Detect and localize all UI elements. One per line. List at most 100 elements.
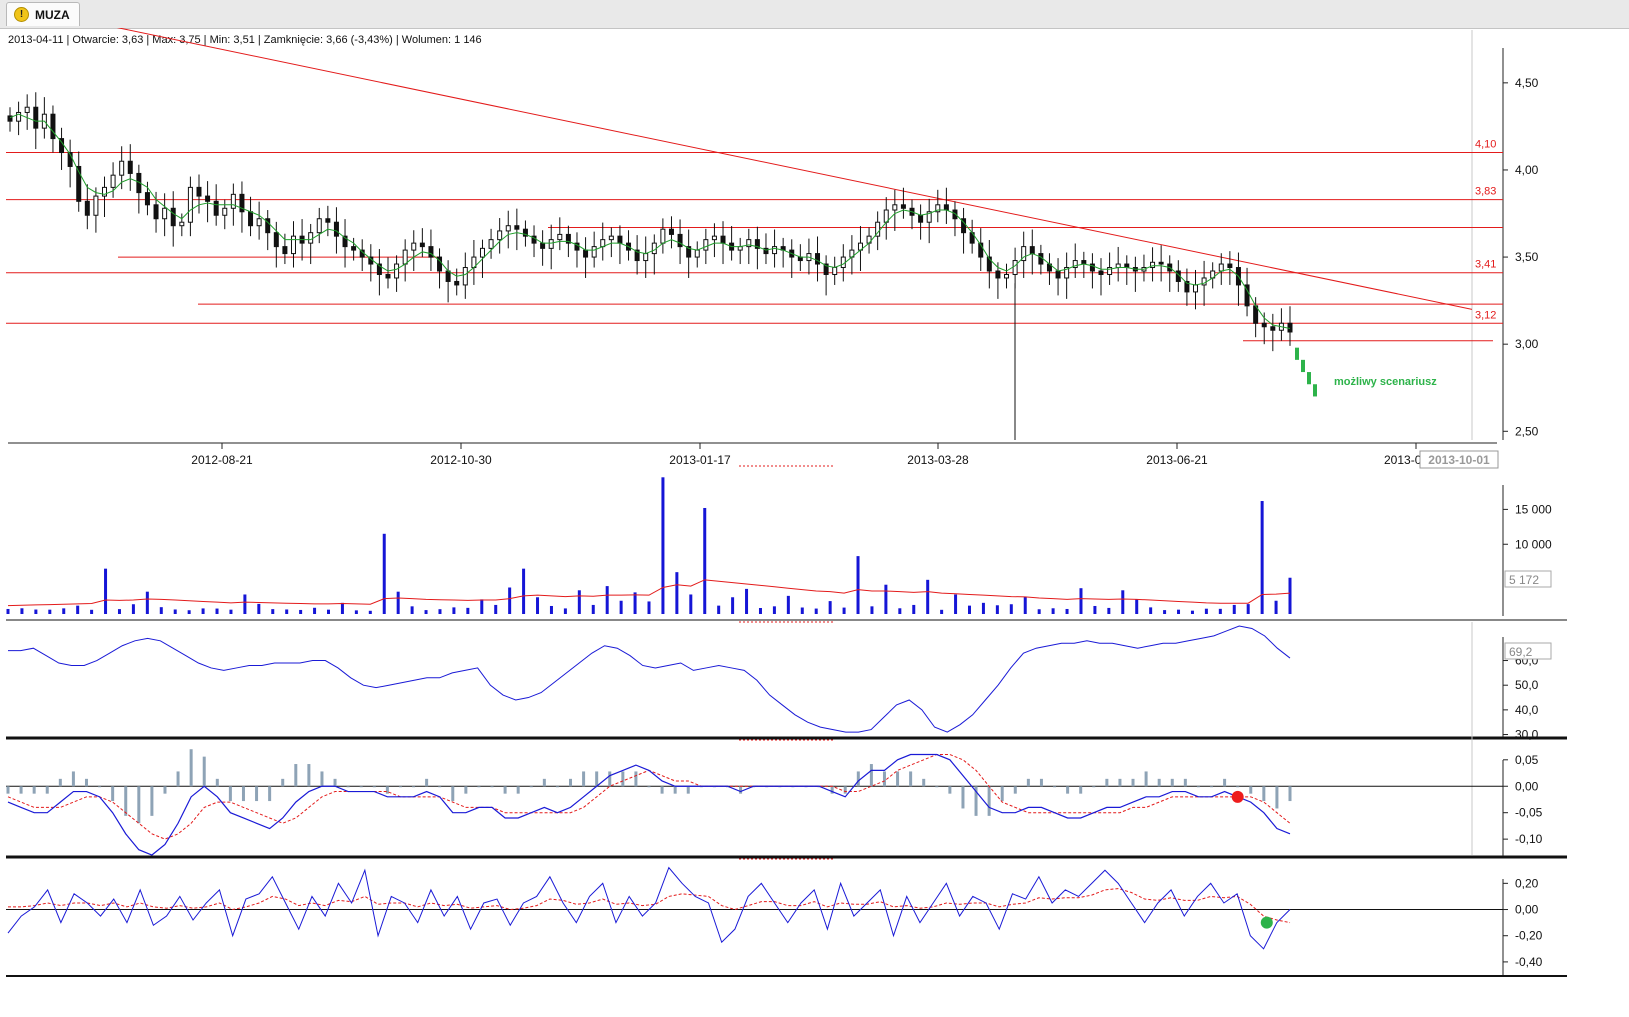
volume-bar — [1232, 604, 1236, 614]
volume-bar — [354, 610, 358, 614]
macd-histogram-bar — [882, 771, 886, 787]
volume-bar — [299, 609, 303, 614]
candle-body — [1055, 270, 1061, 279]
oscillator-y-tick-label: 0,20 — [1515, 876, 1539, 890]
scenario-candle — [1301, 359, 1305, 373]
macd-histogram-bar — [1026, 778, 1030, 787]
candle-body — [608, 235, 614, 241]
macd-histogram-bar — [922, 778, 926, 787]
macd-histogram-bar — [176, 771, 180, 787]
volume-bar — [1107, 607, 1111, 614]
stock-chart[interactable]: 4,50 4,00 3,50 3,00 2,50 2012-08-21 2012-10-30… — [0, 28, 1629, 1017]
candle-body — [127, 160, 133, 174]
volume-bar — [870, 606, 874, 614]
price-y-tick-label: 4,00 — [1515, 163, 1539, 177]
volume-bar — [1051, 608, 1055, 614]
macd-histogram-bar — [948, 786, 952, 794]
macd-histogram-bar — [1079, 786, 1083, 794]
macd-histogram-bar — [1144, 771, 1148, 787]
macd-histogram-bar — [84, 778, 88, 787]
volume-bar — [34, 609, 38, 614]
x-tick-label: 2013-06-21 — [1146, 453, 1208, 467]
volume-bar — [1218, 608, 1222, 614]
macd-histogram-bar — [1053, 786, 1057, 788]
macd-histogram-bar — [569, 778, 573, 787]
volume-bar — [926, 579, 930, 614]
price-y-tick-label: 3,00 — [1515, 337, 1539, 351]
candle-body — [256, 218, 262, 227]
volume-bar — [1190, 610, 1194, 614]
volume-bar — [480, 599, 484, 614]
volume-bar — [62, 608, 66, 614]
volume-bar — [689, 594, 693, 614]
macd-histogram-bar — [19, 786, 23, 794]
candle-body — [205, 195, 211, 202]
candle-body — [479, 247, 485, 258]
volume-bar — [1177, 609, 1181, 614]
macd-histogram-bar — [202, 756, 206, 787]
macd-histogram-bar — [1249, 786, 1253, 794]
macd-histogram-bar — [71, 771, 75, 787]
volume-bar — [1135, 599, 1139, 614]
macd-histogram-bar — [45, 786, 49, 794]
candle-body — [943, 204, 949, 211]
rsi-y-tick-label: 50,0 — [1515, 678, 1539, 692]
oscillator-line — [7, 866, 1291, 950]
macd-histogram-bar — [477, 786, 481, 788]
volume-bar — [536, 597, 540, 614]
volume-bar — [619, 600, 623, 614]
volume-bar — [856, 556, 860, 614]
macd-histogram-bar — [621, 771, 625, 787]
volume-bar — [466, 607, 470, 614]
macd-histogram-bar — [398, 786, 402, 788]
x-tick-label: 2013-03-28 — [907, 453, 969, 467]
volume-bar — [745, 588, 749, 614]
volume-bar — [940, 609, 944, 614]
candle-body — [497, 230, 503, 241]
macd-histogram-bar — [739, 786, 743, 794]
macd-histogram-bar — [137, 786, 141, 824]
volume-bar — [48, 609, 52, 614]
candle-body — [1098, 270, 1104, 275]
volume-bar — [90, 609, 94, 614]
moving-average-line — [9, 113, 1291, 329]
macd-y-tick-label: -0,05 — [1515, 806, 1543, 820]
macd-histogram-bar — [909, 771, 913, 787]
candle-body — [772, 246, 778, 255]
tab-bar: ! MUZA — [0, 0, 1629, 29]
volume-bar — [1149, 607, 1153, 614]
downtrend-line — [116, 28, 1473, 310]
macd-histogram-bar — [869, 764, 873, 787]
candle-body — [179, 221, 185, 227]
volume-bar — [6, 608, 10, 614]
x-tick-label: 2013-01-17 — [669, 453, 731, 467]
macd-histogram-bar — [935, 786, 939, 788]
scenario-label: możliwy scenariusz — [1334, 376, 1437, 388]
support-resistance-label: 3,12 — [1475, 309, 1496, 321]
macd-histogram-bar — [1013, 786, 1017, 794]
x-tick-label: 2012-10-30 — [430, 453, 492, 467]
rsi-y-tick-label: 30,0 — [1515, 728, 1539, 742]
macd-histogram-bar — [1170, 778, 1174, 787]
candle-body — [162, 207, 168, 220]
tab-muza[interactable]: ! MUZA — [6, 2, 80, 26]
candle-body — [1218, 263, 1224, 272]
volume-bar — [201, 608, 205, 614]
candle-body — [892, 204, 898, 211]
volume-bar — [995, 605, 999, 614]
volume-bar — [731, 597, 735, 614]
candle-body — [900, 204, 906, 209]
macd-histogram-bar — [1105, 778, 1109, 787]
volume-bar — [1246, 604, 1250, 614]
volume-bar — [327, 609, 330, 614]
volume-bar — [424, 610, 428, 614]
candle-body — [737, 246, 743, 251]
volume-bar — [898, 608, 902, 614]
candle-body — [1158, 261, 1164, 265]
volume-bar — [382, 533, 386, 614]
macd-histogram-bar — [1066, 786, 1070, 794]
volume-bar — [229, 609, 233, 614]
macd-histogram-bar — [425, 778, 429, 787]
volume-bar — [438, 609, 442, 614]
candle-body — [918, 214, 924, 223]
